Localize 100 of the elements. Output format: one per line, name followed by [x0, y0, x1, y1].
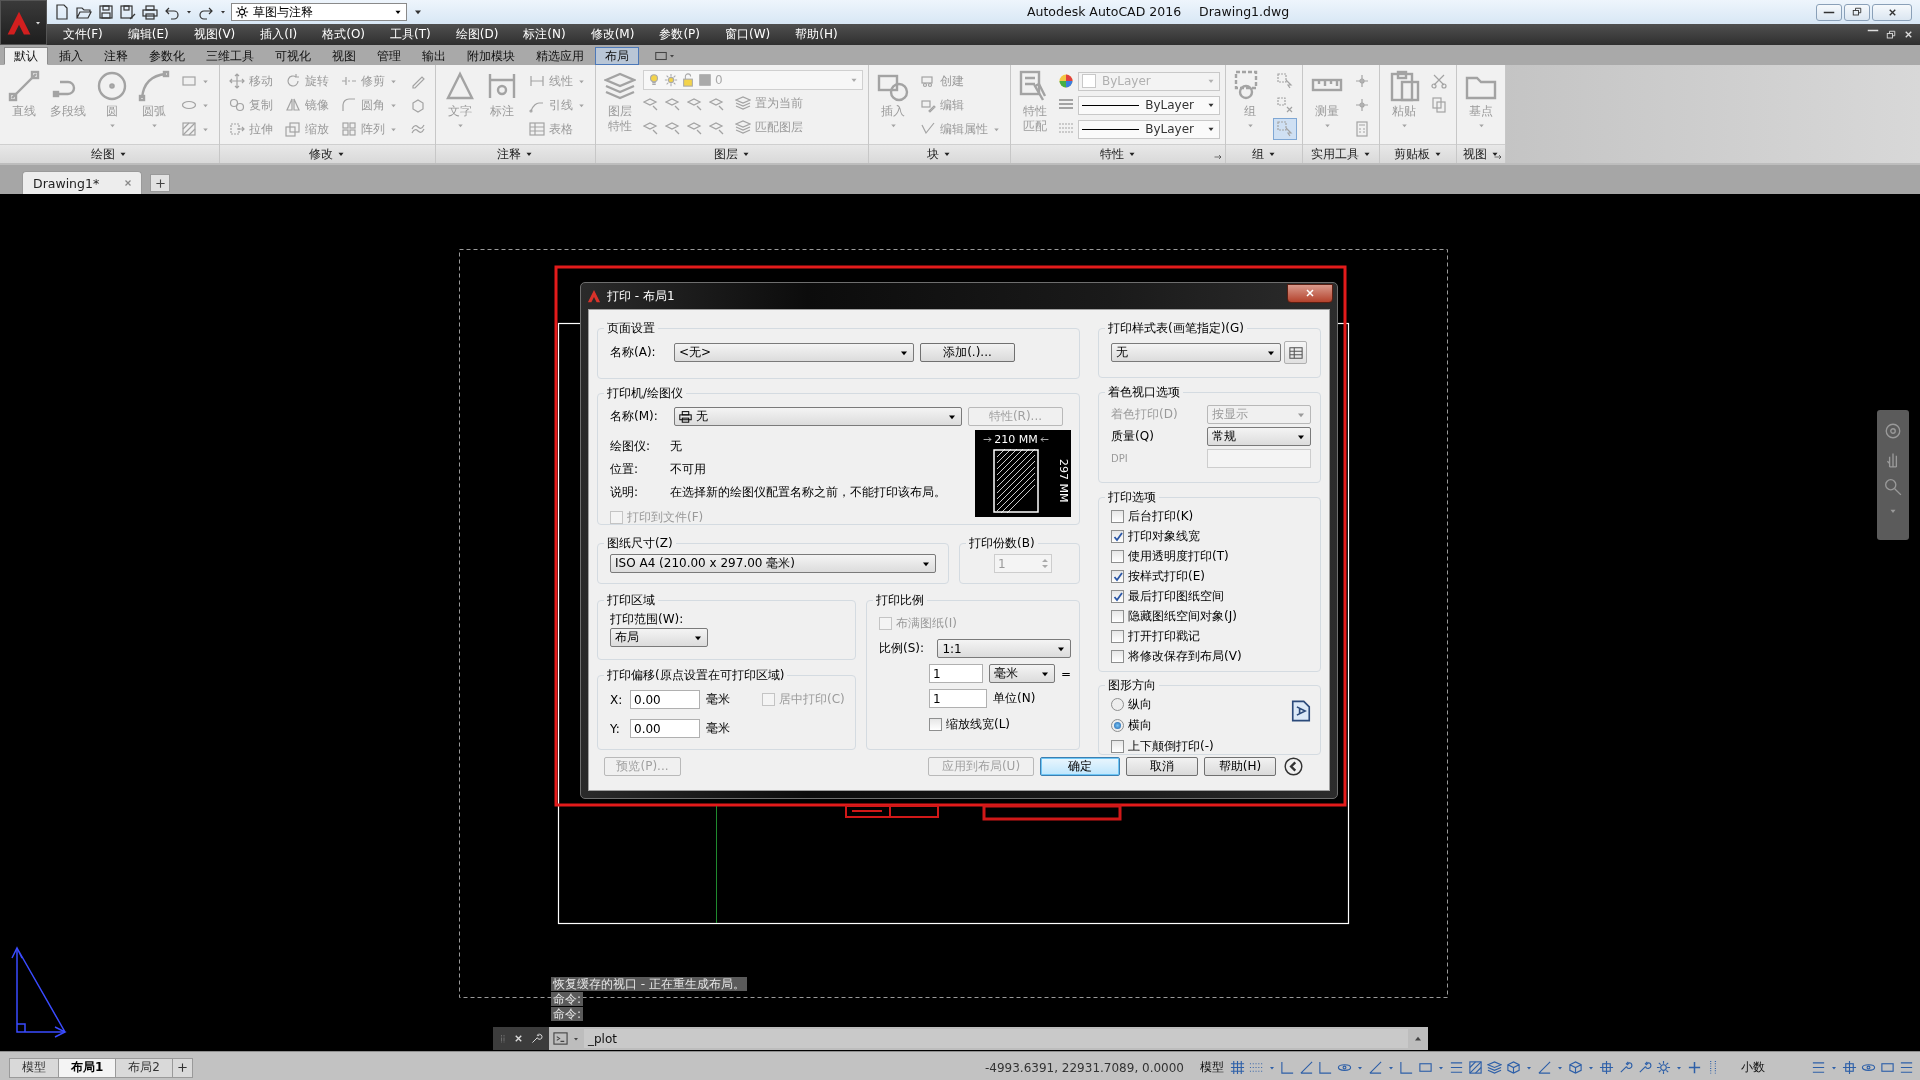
paper-units-field[interactable]: 1: [929, 664, 984, 683]
menu-item[interactable]: 绘图(D): [443, 24, 511, 45]
edit-button[interactable]: [1284, 341, 1307, 364]
grid-icon[interactable]: [1230, 1060, 1245, 1075]
dialog-button[interactable]: 取消: [1126, 757, 1198, 776]
bars-icon[interactable]: [1449, 1060, 1464, 1075]
offset-field[interactable]: 0.00: [630, 690, 700, 709]
ribbon-tab[interactable]: 附加模块: [457, 47, 525, 65]
ribbon-tab[interactable]: 视图: [322, 47, 366, 65]
layout-tab[interactable]: 模型: [9, 1057, 59, 1078]
rectangle-icon[interactable]: [1418, 1060, 1433, 1075]
app-menu-button[interactable]: [0, 0, 47, 45]
menu-item[interactable]: 视图(V): [181, 24, 248, 45]
wrench-icon[interactable]: [1637, 1060, 1652, 1075]
menu-item[interactable]: 插入(I): [247, 24, 310, 45]
zoom-icon[interactable]: [1884, 478, 1902, 496]
new-layout-button[interactable]: [172, 1057, 193, 1078]
ribbon-tab[interactable]: 管理: [367, 47, 411, 65]
angle-icon[interactable]: [1280, 1060, 1295, 1075]
space-toggle[interactable]: 模型: [1198, 1059, 1226, 1076]
settings-button[interactable]: [530, 1032, 543, 1045]
panel-title-button[interactable]: 注释: [436, 144, 595, 163]
steering-wheel-icon[interactable]: [1884, 422, 1902, 440]
dropdown[interactable]: 布局: [610, 628, 708, 647]
panel-title-button[interactable]: 视图: [1457, 144, 1505, 163]
workspace-dropdown[interactable]: 草图与注释: [231, 3, 407, 21]
ribbon-tab[interactable]: 注释: [94, 47, 138, 65]
bars-icon[interactable]: [1811, 1060, 1826, 1075]
menu-item[interactable]: 工具(T): [377, 24, 444, 45]
caret-icon[interactable]: [185, 8, 193, 16]
restore-button[interactable]: [1844, 3, 1870, 21]
polar-icon[interactable]: [1368, 1060, 1383, 1075]
gear-icon[interactable]: [1656, 1060, 1671, 1075]
quick-access-button[interactable]: [119, 3, 137, 21]
osnap-icon[interactable]: [1842, 1060, 1857, 1075]
menu-item[interactable]: 格式(O): [309, 24, 378, 45]
dialog-button[interactable]: 确定: [1040, 757, 1120, 776]
polar-icon[interactable]: [1299, 1060, 1314, 1075]
panel-title-button[interactable]: 剪贴板: [1380, 144, 1456, 163]
menu-item[interactable]: 修改(M): [578, 24, 647, 45]
checkbox[interactable]: [1111, 510, 1124, 523]
property-dropdown[interactable]: ByLayer: [1078, 119, 1220, 139]
panel-title-button[interactable]: 图层: [596, 144, 868, 163]
restore-icon[interactable]: [1885, 28, 1897, 41]
checkbox[interactable]: [1111, 630, 1124, 643]
angle-icon[interactable]: [1399, 1060, 1414, 1075]
dialog-button[interactable]: 添加(.)...: [920, 343, 1015, 362]
dropdown[interactable]: 1:1: [937, 639, 1071, 658]
dots-icon[interactable]: [1249, 1060, 1264, 1075]
command-field[interactable]: _plot: [584, 1029, 1408, 1048]
polar-icon[interactable]: [1537, 1060, 1552, 1075]
bars-icon[interactable]: [1899, 1060, 1914, 1075]
checkbox[interactable]: [1111, 740, 1124, 753]
property-dropdown[interactable]: ByLayer: [1078, 95, 1220, 115]
dropdown[interactable]: 毫米: [989, 664, 1055, 683]
layout-tab[interactable]: 布局1: [58, 1057, 117, 1078]
units-dropdown[interactable]: 小数: [1739, 1059, 1767, 1076]
minimize-icon[interactable]: [1867, 28, 1879, 32]
quick-access-button[interactable]: [141, 3, 159, 21]
panel-title-button[interactable]: 实用工具: [1303, 144, 1379, 163]
panel-title-button[interactable]: 修改: [220, 144, 435, 163]
menu-item[interactable]: 标注(N): [510, 24, 579, 45]
ribbon-tab[interactable]: 布局: [595, 47, 639, 65]
quick-access-button[interactable]: [53, 3, 71, 21]
close-button[interactable]: [1287, 283, 1333, 303]
checkbox[interactable]: [929, 718, 942, 731]
hatch-icon[interactable]: [1468, 1060, 1483, 1075]
plus-icon[interactable]: [1687, 1060, 1702, 1075]
dropdown[interactable]: 无: [674, 407, 962, 426]
ribbon-tab[interactable]: 精选应用: [526, 47, 594, 65]
cube-icon[interactable]: [1506, 1060, 1521, 1075]
ribbon-tab[interactable]: 插入: [49, 47, 93, 65]
drawing-units-field[interactable]: 1: [929, 689, 987, 708]
minimize-button[interactable]: [1816, 3, 1842, 21]
file-tab[interactable]: Drawing1*: [22, 171, 143, 194]
menu-item[interactable]: 文件(F): [50, 24, 116, 45]
offset-field[interactable]: 0.00: [630, 719, 700, 738]
close-button[interactable]: [513, 1033, 524, 1044]
quick-access-button[interactable]: [97, 3, 115, 21]
panel-title-button[interactable]: 绘图: [0, 144, 219, 163]
checkbox[interactable]: [1111, 550, 1124, 563]
checkbox[interactable]: [1111, 530, 1124, 543]
menu-item[interactable]: 窗口(W): [712, 24, 783, 45]
checkbox[interactable]: [1111, 610, 1124, 623]
expand-button[interactable]: [1284, 757, 1303, 776]
ribbon-tab[interactable]: 可视化: [265, 47, 321, 65]
arrow-right-icon[interactable]: [1494, 153, 1502, 161]
dropdown[interactable]: 无: [1111, 343, 1281, 362]
ribbon-tab[interactable]: 输出: [412, 47, 456, 65]
rectangle-icon[interactable]: [1880, 1060, 1895, 1075]
dropdown[interactable]: 常规: [1207, 427, 1311, 446]
layers-icon[interactable]: [1487, 1060, 1502, 1075]
menu-item[interactable]: 编辑(E): [115, 24, 182, 45]
dialog-button[interactable]: 帮助(H): [1204, 757, 1276, 776]
wrench-icon[interactable]: [1618, 1060, 1633, 1075]
menu-item[interactable]: 帮助(H): [782, 24, 851, 45]
color-wheel-icon[interactable]: [1058, 73, 1074, 89]
angle-icon[interactable]: [1318, 1060, 1333, 1075]
layout-tab[interactable]: 布局2: [115, 1057, 173, 1078]
ribbon-tab[interactable]: 三维工具: [196, 47, 264, 65]
